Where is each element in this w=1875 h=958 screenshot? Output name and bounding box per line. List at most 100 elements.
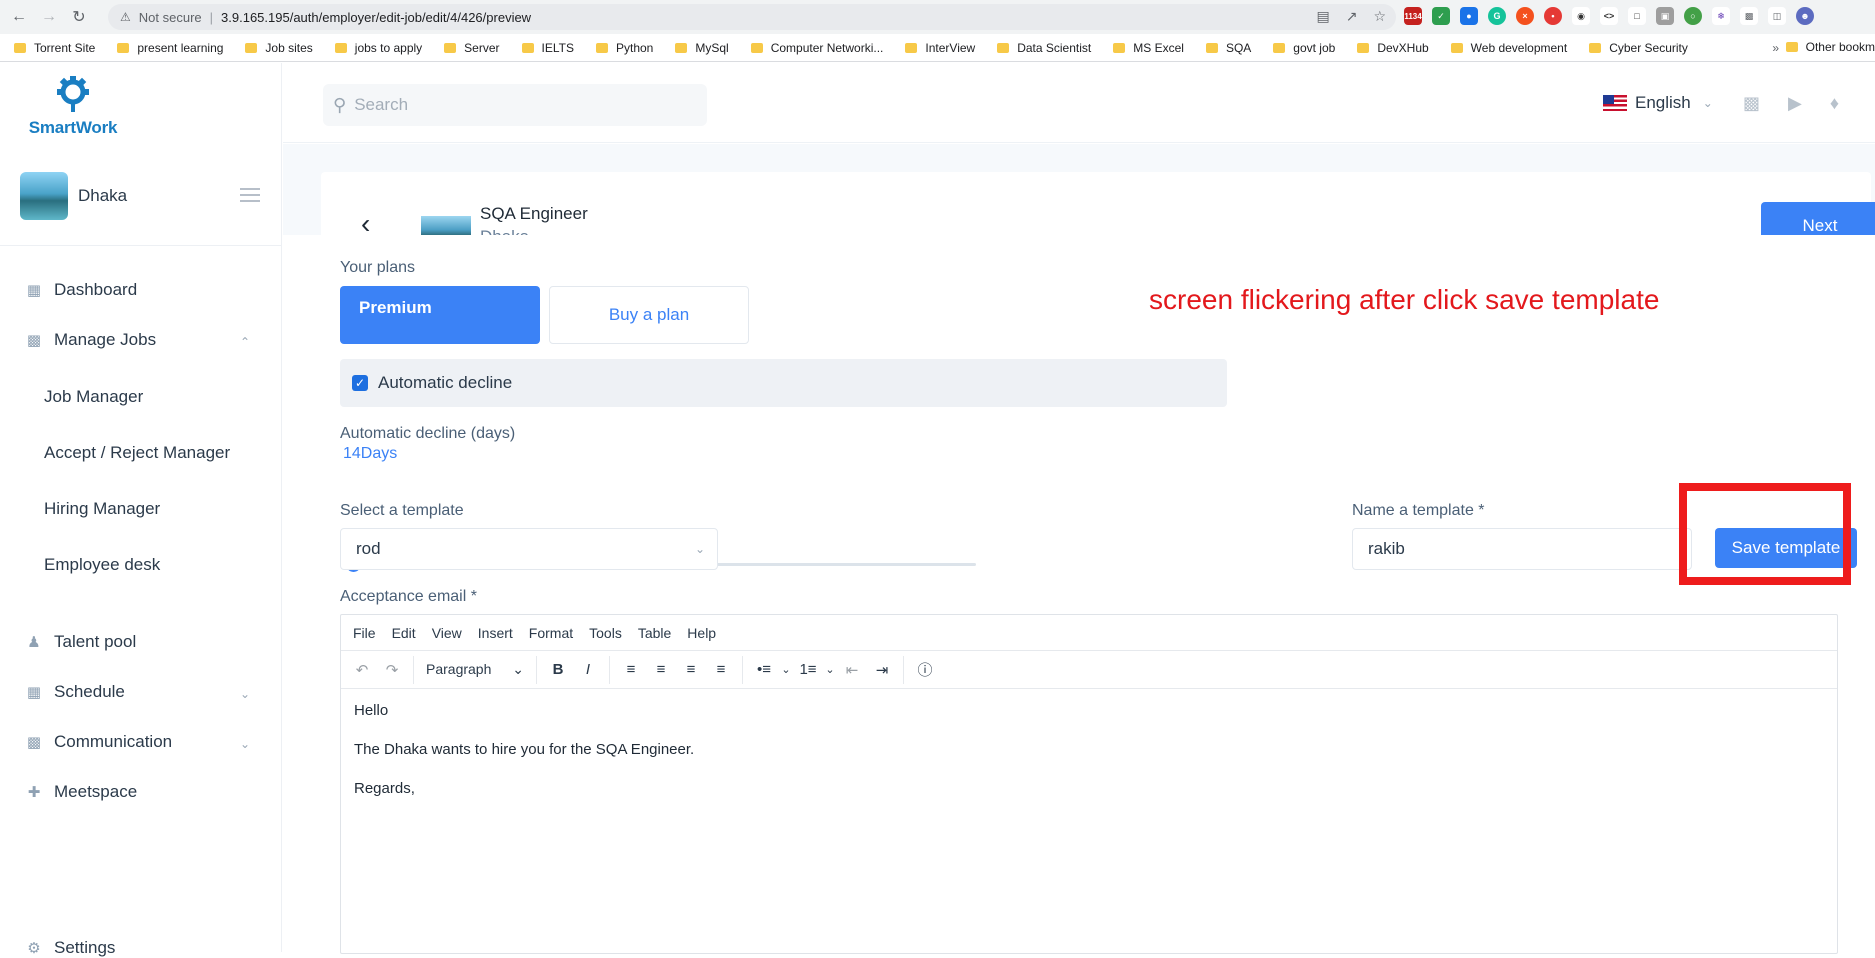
chevron-down-icon[interactable]: ⌄ [779, 663, 793, 676]
bookmark-item[interactable]: Job sites [245, 41, 313, 55]
menu-table[interactable]: Table [638, 625, 671, 641]
gmail-extension-icon[interactable]: 1134 [1404, 7, 1422, 25]
bold-icon[interactable]: B [543, 661, 573, 678]
back-icon[interactable]: ← [8, 6, 30, 28]
profile-avatar-icon[interactable]: ☻ [1796, 7, 1814, 25]
pdf-extension-icon[interactable]: • [1544, 7, 1562, 25]
screenshot-extension-icon[interactable]: □ [1628, 7, 1646, 25]
auto-decline-checkbox[interactable]: ✓ [352, 375, 368, 391]
mouse-extension-icon[interactable]: ◉ [1572, 7, 1590, 25]
snowflake-extension-icon[interactable]: ❄ [1712, 7, 1730, 25]
align-center-icon[interactable]: ≡ [646, 661, 676, 678]
shield-extension-icon[interactable]: ✓ [1432, 7, 1450, 25]
bookmark-item[interactable]: SQA [1205, 41, 1251, 55]
menu-file[interactable]: File [353, 625, 376, 641]
template-name-input[interactable] [1352, 528, 1692, 570]
help-icon[interactable]: ⓘ [910, 659, 940, 680]
block-format-select[interactable]: Paragraph ⌄ [420, 661, 530, 678]
sidebar-item-accept-reject[interactable]: Accept / Reject Manager [44, 443, 230, 463]
bookmark-item[interactable]: Server [444, 41, 500, 55]
forward-icon[interactable]: → [38, 6, 60, 28]
numbered-list-icon[interactable]: 1≡ [793, 661, 823, 678]
address-bar[interactable]: ⚠ Not secure | 3.9.165.195/auth/employer… [108, 4, 1396, 30]
sidebar-item-meetspace[interactable]: ✚ Meetspace [24, 782, 137, 802]
sidebar-item-manage-jobs[interactable]: ▩ Manage Jobs [24, 330, 156, 350]
grammarly-extension-icon[interactable]: G [1488, 7, 1506, 25]
chevron-down-icon[interactable]: ⌄ [823, 663, 837, 676]
sidebar-item-dashboard[interactable]: ▦ Dashboard [24, 280, 137, 300]
bell-icon[interactable]: ♦ [1830, 93, 1839, 114]
menu-toggle-icon[interactable] [240, 188, 260, 206]
drop-extension-icon[interactable]: ● [1460, 7, 1478, 25]
sidepanel-icon[interactable]: ◫ [1768, 7, 1786, 25]
chevron-up-icon[interactable]: ⌃ [240, 335, 250, 349]
template-select[interactable]: rod ⌄ [340, 528, 718, 570]
tab-search-icon[interactable]: ▤ [1316, 8, 1329, 25]
bookmark-item[interactable]: Computer Networki... [750, 41, 883, 55]
sidebar-item-employee-desk[interactable]: Employee desk [44, 555, 160, 575]
share-icon[interactable]: ↗ [1346, 8, 1358, 25]
align-left-icon[interactable]: ≡ [616, 661, 646, 678]
menu-format[interactable]: Format [529, 625, 573, 641]
bookmark-item[interactable]: present learning [117, 41, 223, 55]
close-extension-icon[interactable]: × [1516, 7, 1534, 25]
buy-plan-button[interactable]: Buy a plan [549, 286, 749, 344]
sidebar-item-job-manager[interactable]: Job Manager [44, 387, 143, 407]
bookmark-item[interactable]: Web development [1450, 41, 1567, 55]
warning-icon: ⚠ [120, 10, 131, 24]
editor-paragraph: Regards, [354, 780, 415, 797]
code-extension-icon[interactable]: <> [1600, 7, 1618, 25]
bookmark-item[interactable]: MySql [675, 41, 729, 55]
extension-icons: 1134 ✓ ● G × • ◉ <> □ ▣ ○ ❄ ▩ ◫ ☻ [1404, 7, 1814, 25]
bookmark-item[interactable]: Cyber Security [1589, 41, 1688, 55]
search-input[interactable] [354, 95, 675, 115]
company-profile[interactable]: Dhaka [20, 170, 270, 222]
folder-icon [1589, 42, 1602, 53]
undo-icon[interactable]: ↶ [347, 661, 377, 679]
image-extension-icon[interactable]: ▣ [1656, 7, 1674, 25]
indent-icon[interactable]: ⇥ [867, 661, 897, 679]
chevron-down-icon[interactable]: ⌄ [240, 737, 250, 751]
sidebar-item-communication[interactable]: ▩ Communication [24, 732, 172, 752]
bookmark-item[interactable]: MS Excel [1113, 41, 1184, 55]
language-selector[interactable]: English ⌄ [1603, 93, 1713, 113]
bookmark-item[interactable]: Torrent Site [14, 41, 95, 55]
redo-icon[interactable]: ↷ [377, 661, 407, 679]
globe-extension-icon[interactable]: ○ [1684, 7, 1702, 25]
align-right-icon[interactable]: ≡ [676, 661, 706, 678]
menu-edit[interactable]: Edit [392, 625, 416, 641]
reload-icon[interactable]: ↻ [68, 6, 90, 28]
messages-icon[interactable]: ▩ [1743, 93, 1760, 114]
sidebar-item-schedule[interactable]: ▦ Schedule [24, 682, 125, 702]
sidebar-item-settings[interactable]: ⚙ Settings [24, 938, 115, 958]
bookmark-item[interactable]: govt job [1273, 41, 1335, 55]
outdent-icon[interactable]: ⇤ [837, 661, 867, 679]
menu-view[interactable]: View [432, 625, 462, 641]
bookmark-item[interactable]: Python [595, 41, 653, 55]
bookmark-item[interactable]: IELTS [521, 41, 574, 55]
folder-icon [1450, 42, 1463, 53]
sidebar-item-hiring-manager[interactable]: Hiring Manager [44, 499, 160, 519]
bookmarks-overflow-button[interactable]: » [1772, 41, 1779, 55]
search-box[interactable]: ⚲ [323, 84, 707, 126]
bookmark-item[interactable]: jobs to apply [334, 41, 422, 55]
bookmark-item[interactable]: DevXHub [1357, 41, 1429, 55]
auto-decline-row[interactable]: ✓ Automatic decline [340, 359, 1227, 407]
editor-content[interactable]: Hello The Dhaka wants to hire you for th… [341, 689, 1837, 834]
menu-tools[interactable]: Tools [589, 625, 622, 641]
puzzle-extensions-icon[interactable]: ▩ [1740, 7, 1758, 25]
smartwork-logo[interactable]: SmartWork [18, 75, 128, 137]
other-bookmarks[interactable]: Other bookm [1785, 40, 1875, 54]
align-justify-icon[interactable]: ≡ [706, 661, 736, 678]
menu-help[interactable]: Help [687, 625, 716, 641]
bullet-list-icon[interactable]: •≡ [749, 661, 779, 678]
italic-icon[interactable]: I [573, 661, 603, 678]
menu-insert[interactable]: Insert [478, 625, 513, 641]
plan-premium-button[interactable]: Premium [340, 286, 540, 344]
sidebar-item-talent-pool[interactable]: ♟ Talent pool [24, 632, 136, 652]
video-icon[interactable]: ▶ [1788, 93, 1802, 114]
bookmark-star-icon[interactable]: ☆ [1373, 8, 1386, 25]
chevron-down-icon[interactable]: ⌄ [240, 687, 250, 701]
bookmark-item[interactable]: Data Scientist [997, 41, 1091, 55]
bookmark-item[interactable]: InterView [905, 41, 975, 55]
